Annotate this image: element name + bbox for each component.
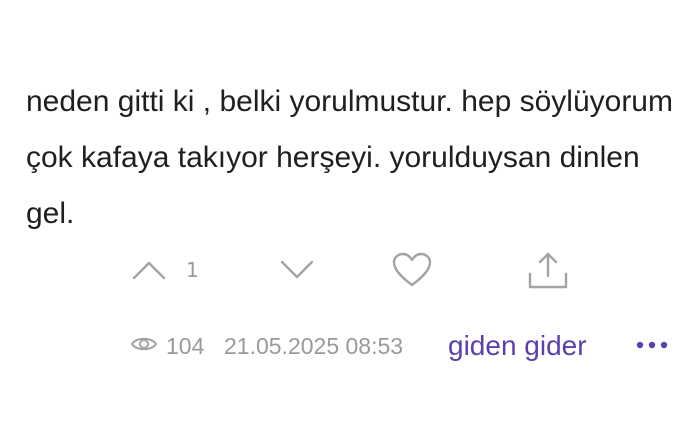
favorite-button[interactable] bbox=[392, 248, 432, 292]
author-link[interactable]: giden gider bbox=[448, 324, 587, 368]
more-options-button[interactable] bbox=[636, 324, 668, 368]
chevron-down-icon bbox=[280, 260, 314, 280]
more-horizontal-icon bbox=[636, 337, 668, 355]
eye-icon bbox=[130, 333, 166, 360]
share-icon bbox=[527, 250, 569, 290]
upvote-button[interactable]: 1 bbox=[132, 248, 199, 292]
entry-actions: 1 bbox=[0, 248, 700, 292]
heart-icon bbox=[392, 252, 432, 288]
entry-text: neden gitti ki , belki yorulmustur. hep … bbox=[26, 85, 673, 230]
view-count: 104 bbox=[130, 324, 204, 368]
downvote-button[interactable] bbox=[280, 248, 314, 292]
chevron-up-icon bbox=[132, 260, 166, 280]
entry-date[interactable]: 21.05.2025 08:53 bbox=[224, 324, 403, 368]
view-count-value: 104 bbox=[166, 332, 205, 359]
upvote-count: 1 bbox=[186, 258, 199, 282]
entry-meta: 104 21.05.2025 08:53 giden gider bbox=[0, 324, 700, 368]
share-button[interactable] bbox=[527, 248, 569, 292]
